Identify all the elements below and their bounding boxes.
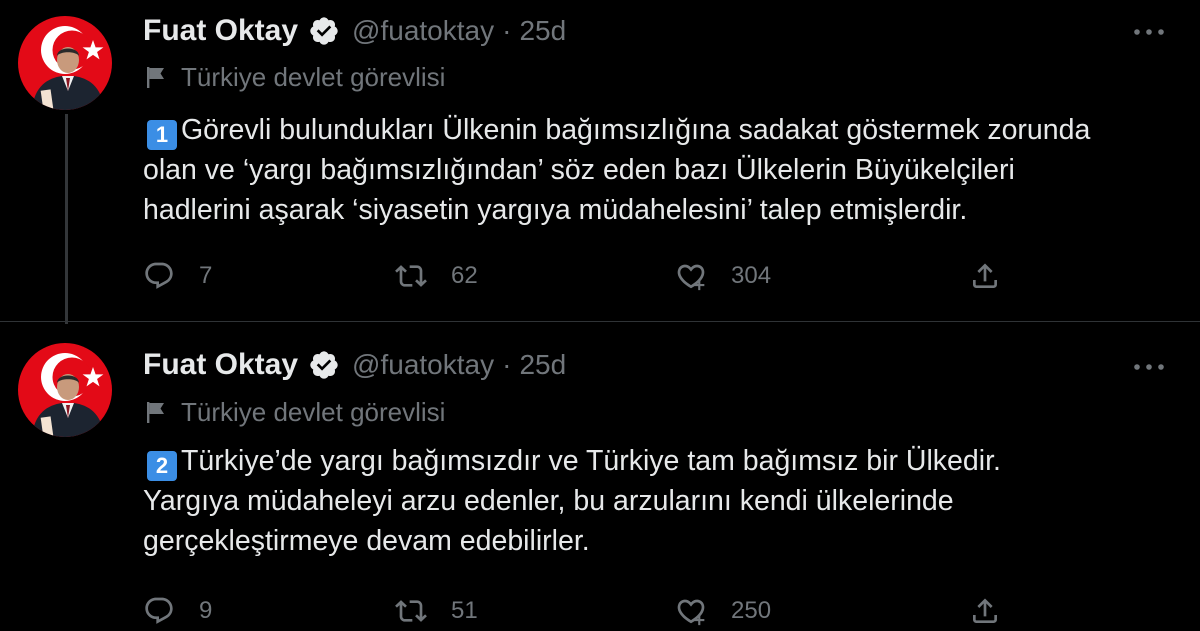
tweet[interactable]: Fuat Oktay @fuatoktay · 25d Türkiye devl…: [0, 0, 1200, 322]
tweet-timestamp[interactable]: 25d: [519, 349, 566, 381]
reply-count: 9: [199, 597, 213, 624]
tweet-text: 1 Görevli bulundukları Ülkenin bağımsızlı…: [143, 110, 1143, 230]
share-icon: [973, 263, 997, 288]
more-horizontal-icon[interactable]: [1132, 357, 1166, 377]
separator-dot: ·: [502, 15, 512, 46]
government-label[interactable]: Türkiye devlet görevlisi: [143, 60, 445, 94]
tweet-text-line: 2 Türkiye’de yargı bağımsızdır ve Türkiye…: [143, 441, 1143, 481]
tweet-header: Fuat Oktay @fuatoktay · 25d: [143, 11, 566, 51]
like-icon: [677, 599, 705, 626]
reply-count: 7: [199, 262, 213, 289]
share-button[interactable]: [969, 256, 1001, 296]
verified-badge-icon: [310, 351, 338, 379]
reply-button[interactable]: 7: [143, 256, 212, 296]
tweet[interactable]: Fuat Oktay @fuatoktay · 25d Türkiye devl…: [0, 323, 1200, 628]
author-display-name[interactable]: Fuat Oktay: [143, 348, 298, 382]
retweet-count: 62: [451, 262, 478, 289]
author-handle[interactable]: @fuatoktay: [352, 349, 494, 381]
author-handle[interactable]: @fuatoktay: [352, 15, 494, 47]
label-text: Türkiye devlet görevlisi: [181, 61, 446, 92]
avatar-image: [18, 16, 112, 110]
tweet-actions: 9 51 250: [143, 591, 1023, 631]
tweet-header: Fuat Oktay @fuatoktay · 25d: [143, 345, 566, 385]
author-display-name[interactable]: Fuat Oktay: [143, 14, 298, 48]
tweet-text-segment: Görevli bulundukları Ülkenin bağımsızlığ…: [181, 114, 1091, 146]
like-button[interactable]: 304: [675, 256, 771, 296]
like-count: 250: [731, 597, 772, 624]
tweet-text: 2 Türkiye’de yargı bağımsızdır ve Türkiye…: [143, 441, 1143, 561]
tweet-text-line: 1 Görevli bulundukları Ülkenin bağımsızlı…: [143, 110, 1143, 150]
avatar-image: [18, 343, 112, 437]
reply-icon: [145, 597, 173, 624]
tweet-text-segment: Türkiye’de yargı bağımsızdır ve Türkiye …: [181, 445, 1001, 477]
keycap-number-badge: 2: [147, 451, 177, 481]
tweet-text-line: olan ve ‘yargı bağımsızlığından’ söz ede…: [143, 154, 1015, 186]
government-label[interactable]: Türkiye devlet görevlisi: [143, 395, 445, 429]
tweet-text-line: Yargıya müdaheleyi arzu edenler, bu arzu…: [143, 485, 954, 517]
reply-button[interactable]: 9: [143, 591, 212, 631]
avatar[interactable]: [18, 343, 112, 437]
share-icon: [973, 598, 997, 623]
tweet-text-line: hadlerini aşarak ‘siyasetin yargıya müda…: [143, 194, 968, 226]
tweet-text-line: gerçekleştirmeye devam edebilirler.: [143, 525, 590, 557]
label-text: Türkiye devlet görevlisi: [181, 396, 446, 427]
verified-badge-icon: [310, 17, 338, 45]
retweet-count: 51: [451, 597, 478, 624]
flag-icon: [147, 402, 164, 423]
retweet-icon: [395, 265, 427, 287]
share-button[interactable]: [969, 591, 1001, 631]
tweet-actions: 7 62 304: [143, 256, 1023, 296]
keycap-number-badge: 1: [147, 120, 177, 150]
retweet-button[interactable]: 51: [395, 591, 478, 631]
retweet-button[interactable]: 62: [395, 256, 478, 296]
reply-icon: [145, 262, 173, 289]
avatar[interactable]: [18, 16, 112, 110]
flag-icon: [147, 67, 164, 88]
like-icon: [677, 264, 705, 291]
like-count: 304: [731, 262, 772, 289]
more-horizontal-icon[interactable]: [1132, 22, 1166, 42]
separator-dot: ·: [502, 349, 512, 380]
tweet-timestamp[interactable]: 25d: [519, 15, 566, 47]
like-button[interactable]: 250: [675, 591, 771, 631]
retweet-icon: [395, 600, 427, 622]
